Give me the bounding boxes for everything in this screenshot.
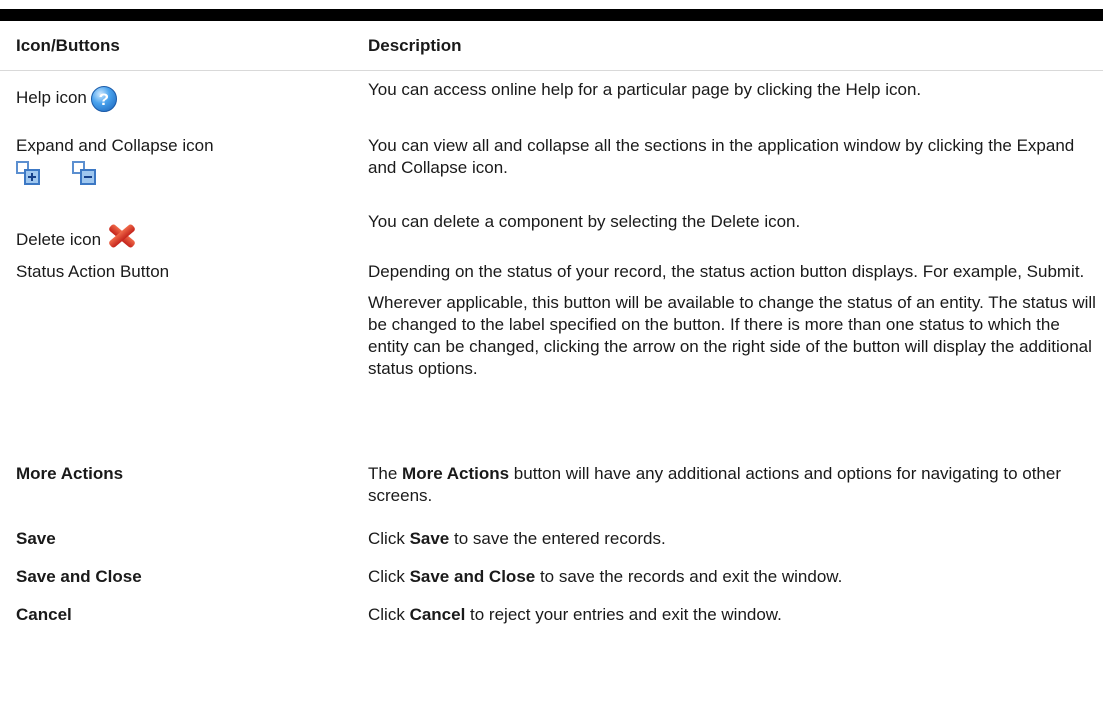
row-name-cell: Save and Close	[0, 560, 368, 598]
table-top-rule	[0, 9, 1103, 21]
row-description: Depending on the status of your record, …	[368, 261, 1085, 281]
row-description-cell: You can view all and collapse all the se…	[368, 127, 1103, 200]
row-name-expand-collapse: Expand and Collapse icon	[16, 135, 214, 155]
expand-icon	[16, 160, 40, 185]
row-name-help: Help icon	[16, 88, 87, 107]
row-description: Click Cancel to reject your entries and …	[368, 604, 782, 624]
row-name-cell: Expand and Collapse icon	[0, 127, 368, 200]
row-name-more-actions: More Actions	[16, 463, 124, 483]
row-description: You can view all and collapse all the se…	[368, 135, 1075, 177]
column-header-icon-buttons: Icon/Buttons	[0, 21, 368, 71]
row-description: You can access online help for a particu…	[368, 80, 922, 99]
collapse-icon	[72, 160, 96, 185]
row-name-cancel: Cancel	[16, 604, 72, 624]
delete-icon	[107, 222, 137, 249]
row-name-cell: Help icon?	[0, 71, 368, 127]
row-description-cell: Depending on the status of your record, …	[368, 253, 1103, 449]
table-row: Status Action Button Depending on the st…	[0, 253, 1103, 449]
table-row: More Actions The More Actions button wil…	[0, 449, 1103, 518]
document-page: Icon/Buttons Description Help icon? You …	[0, 0, 1103, 717]
row-name-save: Save	[16, 528, 56, 548]
table-row: Expand and Collapse icon You can view al…	[0, 127, 1103, 200]
row-description-detail: Wherever applicable, this button will be…	[368, 292, 1096, 378]
row-description-cell: Click Save to save the entered records.	[368, 518, 1103, 560]
row-name-cell: Status Action Button	[0, 253, 368, 449]
help-icon: ?	[90, 86, 117, 112]
row-name-cell: Delete icon	[0, 200, 368, 253]
row-description: You can delete a component by selecting …	[368, 211, 801, 231]
table-row: Cancel Click Cancel to reject your entri…	[0, 598, 1103, 634]
row-description-cell: Click Save and Close to save the records…	[368, 560, 1103, 598]
row-description: Click Save to save the entered records.	[368, 528, 666, 548]
row-name-status-action: Status Action Button	[16, 261, 170, 281]
row-name-cell: Cancel	[0, 598, 368, 634]
row-description: The More Actions button will have any ad…	[368, 463, 1061, 505]
table-row: Delete icon You can delete a component b…	[0, 200, 1103, 253]
row-name-delete: Delete icon	[16, 229, 102, 249]
table-row: Save Click Save to save the entered reco…	[0, 518, 1103, 560]
row-name-cell: Save	[0, 518, 368, 560]
row-description: Click Save and Close to save the records…	[368, 566, 843, 586]
row-name-save-and-close: Save and Close	[16, 566, 142, 586]
row-description-cell: You can access online help for a particu…	[368, 71, 1103, 127]
row-description-cell: You can delete a component by selecting …	[368, 200, 1103, 253]
row-description-cell: Click Cancel to reject your entries and …	[368, 598, 1103, 634]
row-name-cell: More Actions	[0, 449, 368, 518]
table-row: Help icon? You can access online help fo…	[0, 71, 1103, 127]
table-row: Save and Close Click Save and Close to s…	[0, 560, 1103, 598]
row-description-cell: The More Actions button will have any ad…	[368, 449, 1103, 518]
table-header-row: Icon/Buttons Description	[0, 21, 1103, 71]
icons-buttons-table: Icon/Buttons Description Help icon? You …	[0, 21, 1103, 634]
column-header-description: Description	[368, 21, 1103, 71]
